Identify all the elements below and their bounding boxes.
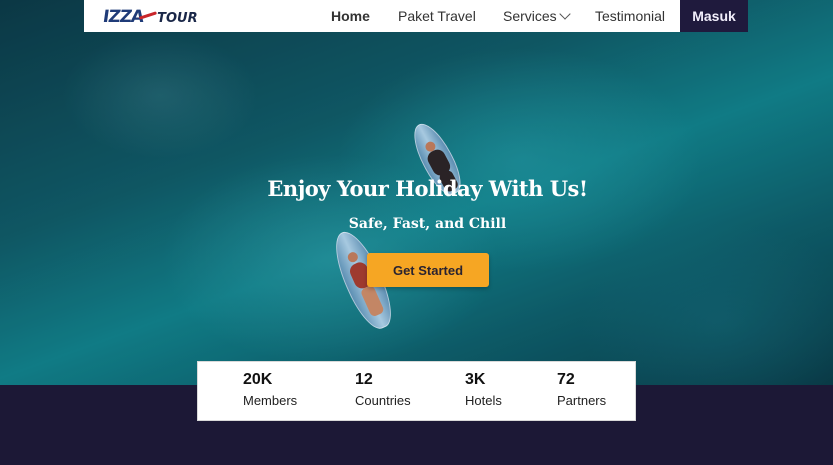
hero-title: Enjoy Your Holiday With Us!: [267, 176, 588, 201]
stat-label: Hotels: [465, 393, 502, 408]
top-navbar: IZZA TOUR Home Paket Travel Services Tes…: [84, 0, 748, 32]
nav-link-home[interactable]: Home: [331, 8, 370, 24]
stat-members: 20K Members: [243, 370, 297, 409]
stat-value: 72: [557, 371, 575, 388]
get-started-button[interactable]: Get Started: [367, 253, 489, 287]
chevron-down-icon: [559, 8, 571, 20]
nav-link-services-label: Services: [503, 8, 557, 24]
logo-sub-text: TOUR: [157, 11, 198, 26]
hero-subtitle: Safe, Fast, and Chill: [348, 216, 507, 232]
nav-link-services[interactable]: Services: [503, 8, 571, 24]
stat-label: Members: [243, 393, 298, 408]
stat-value: 3K: [465, 371, 486, 388]
stat-value: 20K: [243, 371, 273, 388]
brand-logo[interactable]: IZZA TOUR: [102, 4, 198, 28]
stat-value: 12: [355, 371, 373, 388]
stat-partners: 72 Partners: [557, 370, 606, 409]
stat-label: Partners: [557, 393, 607, 408]
stat-hotels: 3K Hotels: [465, 370, 502, 409]
nav-link-testimonial[interactable]: Testimonial: [595, 8, 665, 24]
nav-link-paket-travel[interactable]: Paket Travel: [398, 8, 476, 24]
stats-card: 20K Members 12 Countries 3K Hotels 72 Pa…: [197, 361, 636, 421]
login-button[interactable]: Masuk: [680, 0, 748, 32]
stat-countries: 12 Countries: [355, 370, 411, 409]
stat-label: Countries: [355, 393, 411, 408]
plane-icon: [139, 8, 158, 22]
